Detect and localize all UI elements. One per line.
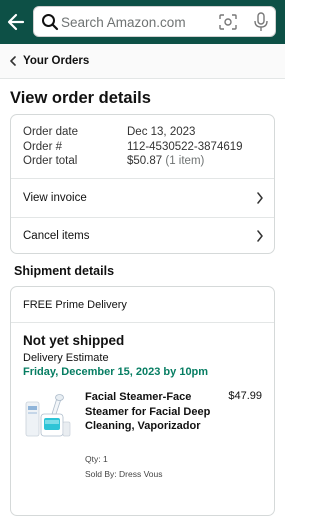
microphone-icon[interactable] [253,12,269,32]
order-number-label: Order # [23,140,62,153]
back-arrow-icon[interactable] [6,10,26,34]
top-nav-bar [0,0,285,44]
shipment-status: Not yet shipped [23,333,125,348]
page-title: View order details [10,89,151,107]
item-seller: Sold By: Dress Vous [85,469,163,479]
order-item-count: (1 item) [165,155,205,167]
view-invoice-link[interactable]: View invoice [11,179,274,217]
item-title-link[interactable]: Facial Steamer-Face Steamer for Facial D… [85,390,213,434]
order-number-value: 112-4530522-3874619 [127,140,243,153]
cancel-items-label: Cancel items [23,229,90,242]
facial-steamer-product-image[interactable] [23,392,73,440]
shipment-card: FREE Prime Delivery Not yet shipped Deli… [10,286,275,516]
search-input[interactable] [61,14,201,31]
order-date-value: Dec 13, 2023 [127,126,196,138]
order-date-label: Order date [23,126,78,138]
order-item[interactable]: Facial Steamer-Face Steamer for Facial D… [23,390,262,480]
delivery-type: FREE Prime Delivery [11,287,274,323]
search-icon [42,14,59,31]
shipment-section-title: Shipment details [14,264,115,278]
order-total-value: $50.87 [127,155,163,167]
search-box[interactable] [33,6,276,37]
order-summary-card: Order date Dec 13, 2023 Order # 112-4530… [10,114,275,254]
view-invoice-label: View invoice [23,191,87,204]
chevron-right-icon [257,230,263,242]
order-total-label: Order total [23,155,78,167]
breadcrumb-label: Your Orders [23,55,90,67]
delivery-estimate-label: Delivery Estimate [23,352,109,364]
order-total-row: Order total $50.87 (1 item) [23,154,262,169]
item-price: $47.99 [228,390,262,402]
order-summary: Order date Dec 13, 2023 Order # 112-4530… [11,115,274,179]
camera-icon[interactable] [219,14,237,30]
order-number-row: Order # 112-4530522-3874619 [23,140,262,155]
shipment-block: Not yet shipped Delivery Estimate Friday… [11,323,274,480]
chevron-left-icon [10,56,16,66]
cancel-items-link[interactable]: Cancel items [11,216,274,255]
order-date-row: Order date Dec 13, 2023 [23,125,262,140]
breadcrumb[interactable]: Your Orders [0,44,285,79]
item-quantity: Qty: 1 [85,454,108,464]
chevron-right-icon [257,192,263,204]
delivery-estimate-date: Friday, December 15, 2023 by 10pm [23,366,209,378]
